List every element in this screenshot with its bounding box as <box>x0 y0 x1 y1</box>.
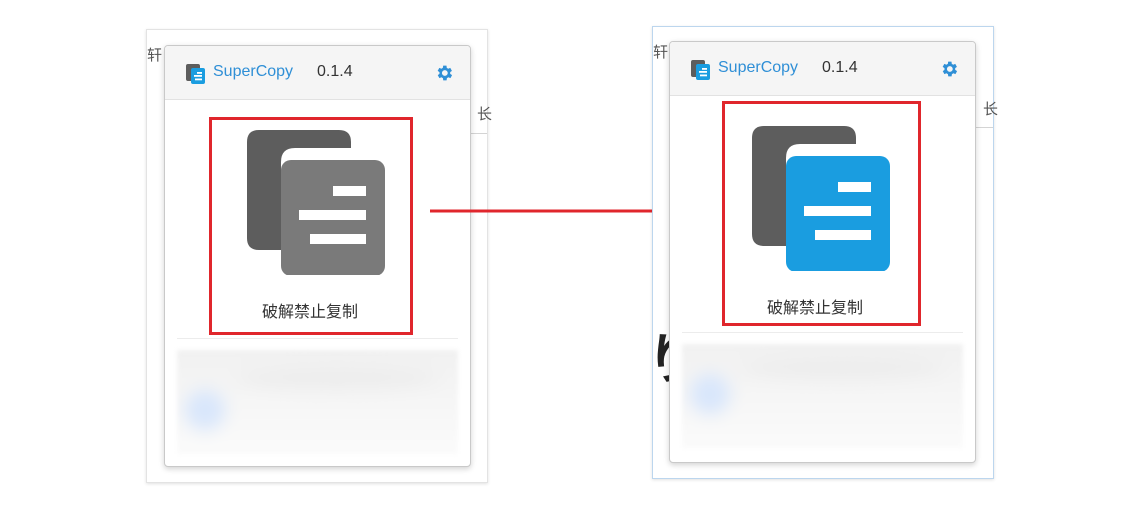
gear-icon[interactable] <box>939 59 959 79</box>
background-glyph: 长 <box>983 100 999 118</box>
app-version: 0.1.4 <box>317 63 353 80</box>
app-version: 0.1.4 <box>822 59 858 76</box>
highlight-box-after <box>722 101 921 326</box>
blurred-content-area <box>177 350 458 454</box>
background-glyph: 轩 <box>147 46 163 64</box>
comparison-stage: 轩 长 SuperCopy 0.1.4 破解禁止复制 轩 长 SuperCopy… <box>0 0 1136 506</box>
app-name: SuperCopy <box>213 63 294 80</box>
blurred-avatar <box>185 390 225 430</box>
background-divider <box>973 127 993 128</box>
background-glyph: 长 <box>477 105 493 123</box>
popup-header: SuperCopy 0.1.4 <box>165 46 470 100</box>
blurred-content-area <box>682 344 963 448</box>
background-glyph: 轩 <box>653 43 669 61</box>
app-name: SuperCopy <box>718 59 799 76</box>
gear-icon[interactable] <box>434 63 454 83</box>
popup-divider <box>177 338 458 339</box>
popup-divider <box>682 332 963 333</box>
highlight-box-before <box>209 117 413 335</box>
document-copy-icon <box>691 60 710 80</box>
blurred-avatar <box>690 374 730 414</box>
blurred-text-line <box>742 358 942 378</box>
popup-header: SuperCopy 0.1.4 <box>670 42 975 96</box>
document-copy-icon <box>186 64 205 84</box>
blurred-text-line <box>237 368 437 388</box>
